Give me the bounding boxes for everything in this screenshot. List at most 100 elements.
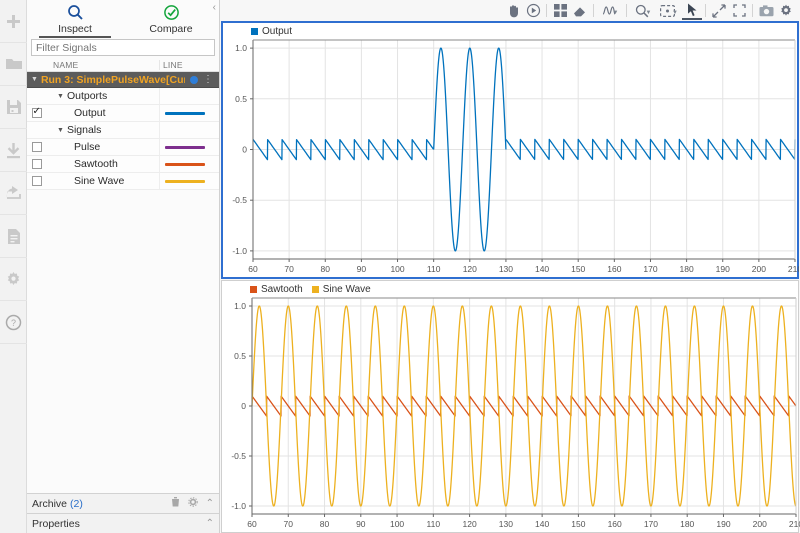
svg-text:120: 120 xyxy=(463,264,477,274)
toolbar-separator-3 xyxy=(626,4,627,17)
checkbox-sine-wave[interactable] xyxy=(32,176,42,186)
inspect-panel: Inspect Compare ‹ NAME LINE ▼ Run xyxy=(27,0,220,533)
arrow-pointer-icon[interactable] xyxy=(682,1,702,20)
expand-diagonal-icon[interactable] xyxy=(709,1,729,20)
cursor-replay-icon[interactable] xyxy=(523,1,543,20)
chart-top[interactable]: Output 1.00.50-0.5-1.0607080901001101201… xyxy=(221,21,799,279)
chevron-down-icon-fit[interactable]: ▼ xyxy=(672,10,678,16)
header-line: LINE xyxy=(159,60,219,70)
plot-area: ▼ ▼ ▼ xyxy=(220,0,800,533)
report-icon[interactable] xyxy=(0,215,27,258)
help-icon[interactable]: ? xyxy=(0,301,27,344)
chevron-down-icon-trace[interactable]: ▼ xyxy=(613,10,619,16)
line-swatch-sawtooth xyxy=(165,163,205,166)
table-row-group-signals[interactable]: ▼ Signals xyxy=(27,122,219,139)
chevron-down-icon-zoom[interactable]: ▼ xyxy=(646,10,652,16)
table-row-signal-sawtooth[interactable]: Sawtooth xyxy=(27,156,219,173)
camera-snapshot-icon[interactable] xyxy=(756,1,776,20)
svg-text:60: 60 xyxy=(247,519,257,529)
checkbox-sawtooth[interactable] xyxy=(32,159,42,169)
svg-text:190: 190 xyxy=(716,519,730,529)
chevron-down-icon-2[interactable]: ▼ xyxy=(57,127,64,134)
svg-text:90: 90 xyxy=(357,264,367,274)
export-icon[interactable] xyxy=(0,172,27,215)
pan-hand-icon[interactable] xyxy=(503,1,523,20)
line-swatch-pulse xyxy=(165,146,205,149)
signal-trace-icon[interactable]: ▼ xyxy=(597,1,623,20)
chart-top-svg: 1.00.50-0.5-1.06070809010011012013014015… xyxy=(223,23,799,277)
signal-table-header: NAME LINE xyxy=(27,58,219,72)
table-row-group-outports[interactable]: ▼ Outports xyxy=(27,88,219,105)
svg-text:100: 100 xyxy=(390,519,404,529)
archive-label: Archive xyxy=(32,498,67,510)
svg-text:-0.5: -0.5 xyxy=(231,451,246,461)
chevron-down-icon[interactable]: ▼ xyxy=(57,93,64,100)
chart-bottom[interactable]: Sawtooth Sine Wave 1.00.50-0.5-1.0607080… xyxy=(221,280,799,533)
svg-text:160: 160 xyxy=(607,264,621,274)
checkbox-output[interactable] xyxy=(32,108,42,118)
signal-table-body: ▼ Run 3: SimplePulseWave[Current] ⋮ ▼ Ou… xyxy=(27,72,219,190)
trash-icon[interactable] xyxy=(171,497,180,510)
search-input[interactable] xyxy=(36,42,210,54)
svg-text:1.0: 1.0 xyxy=(234,301,246,311)
settings-gear-icon[interactable] xyxy=(776,1,796,20)
gear-icon[interactable] xyxy=(188,497,198,510)
chart-bottom-svg: 1.00.50-0.5-1.06070809010011012013014015… xyxy=(222,281,800,532)
archive-dock[interactable]: Archive (2) ⌃ xyxy=(27,493,219,513)
table-row-run[interactable]: ▼ Run 3: SimplePulseWave[Current] ⋮ xyxy=(27,72,219,88)
table-row-signal-pulse[interactable]: Pulse xyxy=(27,139,219,156)
fit-to-view-icon[interactable]: ▼ xyxy=(656,1,682,20)
svg-text:170: 170 xyxy=(643,264,657,274)
left-toolstrip: ? xyxy=(0,0,27,533)
svg-text:80: 80 xyxy=(321,264,331,274)
svg-text:80: 80 xyxy=(320,519,330,529)
table-row-signal-sine-wave[interactable]: Sine Wave xyxy=(27,173,219,190)
svg-text:90: 90 xyxy=(356,519,366,529)
collapse-panel-icon[interactable]: ‹ xyxy=(213,3,216,13)
svg-text:-0.5: -0.5 xyxy=(232,195,247,205)
svg-text:190: 190 xyxy=(716,264,730,274)
svg-text:0: 0 xyxy=(241,401,246,411)
header-name: NAME xyxy=(46,60,159,70)
svg-text:160: 160 xyxy=(608,519,622,529)
chevron-up-icon-2[interactable]: ⌃ xyxy=(206,518,214,529)
chart-top-container[interactable]: Output 1.00.50-0.5-1.0607080901001101201… xyxy=(220,21,800,279)
add-icon[interactable] xyxy=(0,0,27,43)
filter-signals-box[interactable] xyxy=(31,39,215,56)
fullscreen-icon[interactable] xyxy=(729,1,749,20)
compare-check-icon xyxy=(163,3,180,22)
chart-bottom-container[interactable]: Sawtooth Sine Wave 1.00.50-0.5-1.0607080… xyxy=(220,280,800,533)
svg-text:200: 200 xyxy=(752,264,766,274)
layout-grid-icon[interactable] xyxy=(550,1,570,20)
tab-compare[interactable]: Compare xyxy=(123,0,219,38)
expand-caret-icon[interactable]: ▼ xyxy=(31,76,38,83)
svg-text:150: 150 xyxy=(571,519,585,529)
svg-text:?: ? xyxy=(11,318,16,328)
svg-text:-1.0: -1.0 xyxy=(231,501,246,511)
properties-dock[interactable]: Properties ⌃ xyxy=(27,513,219,533)
properties-label: Properties xyxy=(32,518,80,530)
svg-text:0.5: 0.5 xyxy=(234,351,246,361)
svg-text:210: 210 xyxy=(788,264,799,274)
run-menu-icon[interactable]: ⋮ xyxy=(203,76,213,84)
svg-text:180: 180 xyxy=(680,264,694,274)
checkbox-pulse[interactable] xyxy=(32,142,42,152)
save-icon[interactable] xyxy=(0,86,27,129)
svg-text:210: 210 xyxy=(789,519,800,529)
chevron-up-icon[interactable]: ⌃ xyxy=(206,498,214,509)
signal-label-sawtooth: Sawtooth xyxy=(46,158,159,170)
svg-text:-1.0: -1.0 xyxy=(232,246,247,256)
signal-label-sine-wave: Sine Wave xyxy=(46,175,159,187)
import-icon[interactable] xyxy=(0,129,27,172)
group-line-cell-2 xyxy=(159,122,219,138)
gear-icon[interactable] xyxy=(0,258,27,301)
zoom-magnifier-icon[interactable]: ▼ xyxy=(630,1,656,20)
svg-text:150: 150 xyxy=(571,264,585,274)
folder-open-icon[interactable] xyxy=(0,43,27,86)
svg-text:100: 100 xyxy=(390,264,404,274)
table-row-signal-output[interactable]: Output xyxy=(27,105,219,122)
svg-text:60: 60 xyxy=(248,264,258,274)
eraser-icon[interactable] xyxy=(570,1,590,20)
toolbar-separator-4 xyxy=(705,4,706,17)
tab-inspect[interactable]: Inspect xyxy=(27,0,123,38)
